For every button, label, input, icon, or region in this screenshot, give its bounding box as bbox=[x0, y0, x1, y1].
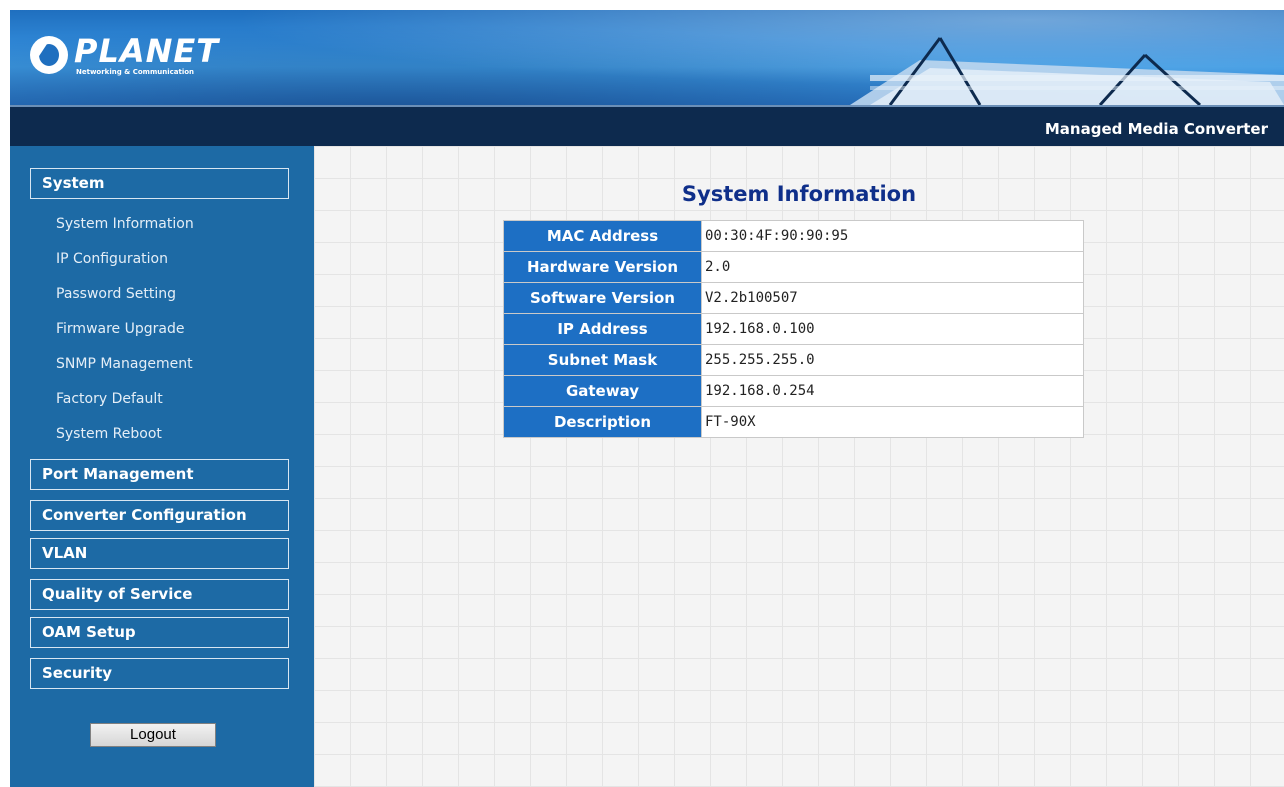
sidebar-category-oam-setup[interactable]: OAM Setup bbox=[30, 617, 289, 648]
sidebar-item-system-information[interactable]: System Information bbox=[56, 216, 194, 232]
page-title: System Information bbox=[681, 182, 917, 206]
logout-button[interactable]: Logout bbox=[90, 723, 216, 747]
row-value: 255.255.255.0 bbox=[701, 344, 1084, 376]
sidebar-category-port-management[interactable]: Port Management bbox=[30, 459, 289, 490]
row-value: 2.0 bbox=[701, 251, 1084, 283]
sidebar-item-ip-configuration[interactable]: IP Configuration bbox=[56, 251, 168, 267]
logo-mark-icon bbox=[30, 36, 68, 74]
table-row: MAC Address 00:30:4F:90:90:95 bbox=[503, 220, 1084, 252]
product-title-bar: Managed Media Converter bbox=[10, 105, 1284, 146]
table-row: Gateway 192.168.0.254 bbox=[503, 375, 1084, 407]
main-content: System Information MAC Address 00:30:4F:9… bbox=[314, 146, 1284, 787]
sidebar-item-system-reboot[interactable]: System Reboot bbox=[56, 426, 162, 442]
row-label: MAC Address bbox=[503, 220, 702, 252]
sidebar: System System Information IP Configurati… bbox=[10, 146, 314, 787]
logo-tagline: Networking & Communication bbox=[76, 68, 195, 76]
system-info-table: MAC Address 00:30:4F:90:90:95 Hardware Ve… bbox=[503, 220, 1084, 438]
row-value: FT-90X bbox=[701, 406, 1084, 438]
sidebar-category-security[interactable]: Security bbox=[30, 658, 289, 689]
row-value: 00:30:4F:90:90:95 bbox=[701, 220, 1084, 252]
table-row: Hardware Version 2.0 bbox=[503, 251, 1084, 283]
row-value: 192.168.0.254 bbox=[701, 375, 1084, 407]
app-frame: PLANET Networking & Communication Manage… bbox=[10, 10, 1284, 787]
row-label: IP Address bbox=[503, 313, 702, 345]
building-illustration-icon bbox=[850, 37, 1284, 105]
sidebar-item-snmp-management[interactable]: SNMP Management bbox=[56, 356, 193, 372]
logo-text: PLANET bbox=[74, 32, 220, 70]
row-label: Subnet Mask bbox=[503, 344, 702, 376]
sidebar-item-firmware-upgrade[interactable]: Firmware Upgrade bbox=[56, 321, 184, 337]
table-row: Software Version V2.2b100507 bbox=[503, 282, 1084, 314]
row-label: Gateway bbox=[503, 375, 702, 407]
row-value: 192.168.0.100 bbox=[701, 313, 1084, 345]
sidebar-item-factory-default[interactable]: Factory Default bbox=[56, 391, 163, 407]
header-banner: PLANET Networking & Communication bbox=[10, 10, 1284, 105]
row-value: V2.2b100507 bbox=[701, 282, 1084, 314]
row-label: Software Version bbox=[503, 282, 702, 314]
product-name: Managed Media Converter bbox=[1044, 120, 1268, 138]
table-row: IP Address 192.168.0.100 bbox=[503, 313, 1084, 345]
sidebar-category-quality-of-service[interactable]: Quality of Service bbox=[30, 579, 289, 610]
row-label: Description bbox=[503, 406, 702, 438]
table-row: Subnet Mask 255.255.255.0 bbox=[503, 344, 1084, 376]
planet-logo: PLANET Networking & Communication bbox=[30, 32, 230, 80]
sidebar-category-converter-configuration[interactable]: Converter Configuration bbox=[30, 500, 289, 531]
sidebar-category-system[interactable]: System bbox=[30, 168, 289, 199]
sidebar-item-password-setting[interactable]: Password Setting bbox=[56, 286, 176, 302]
table-row: Description FT-90X bbox=[503, 406, 1084, 438]
sidebar-category-vlan[interactable]: VLAN bbox=[30, 538, 289, 569]
row-label: Hardware Version bbox=[503, 251, 702, 283]
